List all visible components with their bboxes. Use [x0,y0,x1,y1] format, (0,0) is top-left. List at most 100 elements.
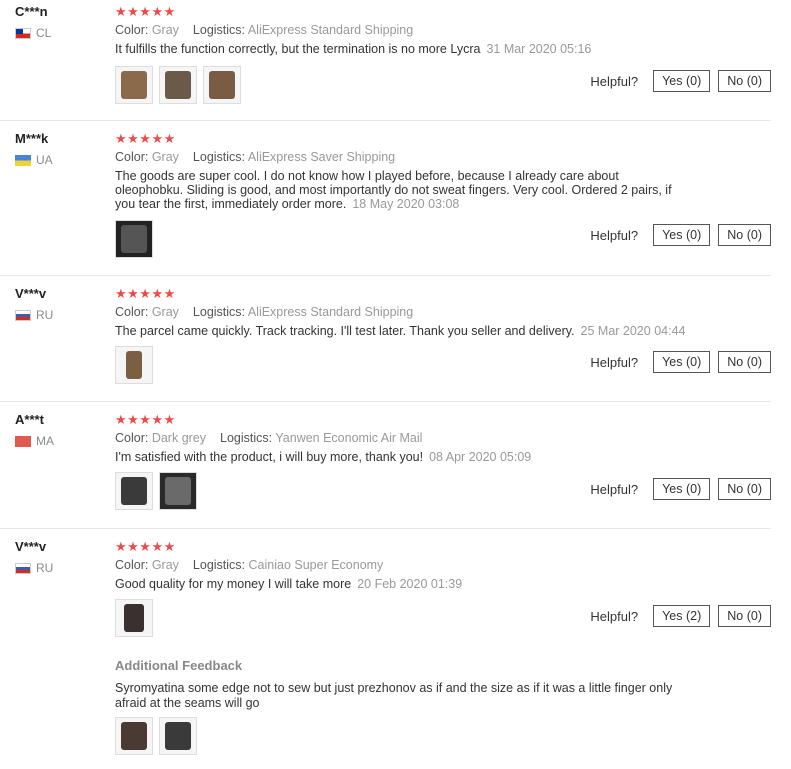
helpful-no-button[interactable]: No (0) [718,70,771,92]
review-date: 25 Mar 2020 04:44 [580,324,686,338]
helpful-vote: Helpful? Yes (0) No (0) [590,224,771,246]
star-rating: ★★★★★ [115,4,176,19]
reviewer-info: M***k UA [15,131,53,167]
review-content: ★★★★★ Color: Gray Logistics: AliExpress S… [115,286,771,338]
helpful-no-button[interactable]: No (0) [718,605,771,627]
review-text: I'm satisfied with the product, i will b… [115,450,532,464]
review-text: Good quality for my money I will take mo… [115,577,463,591]
additional-feedback-images [115,717,197,755]
helpful-no-button[interactable]: No (0) [718,351,771,373]
reviewer-name: A***t [15,412,44,427]
logistics-value: Cainiao Super Economy [248,558,384,572]
review-image-thumb[interactable] [115,346,153,384]
helpful-label: Helpful? [590,227,639,243]
color-value: Dark grey [151,431,207,445]
flag-icon [15,154,31,166]
review-item: M***k UA ★★★★★ Color: Gray Logistics: Ali… [0,131,771,276]
review-date: 08 Apr 2020 05:09 [429,450,532,464]
flag-icon [15,27,31,39]
helpful-label: Helpful? [590,354,639,370]
star-rating: ★★★★★ [115,539,176,554]
logistics-value: AliExpress Saver Shipping [247,150,396,164]
review-item: V***v RU ★★★★★ Color: Gray Logistics: Cai… [0,539,771,769]
review-image-thumb[interactable] [203,66,241,104]
review-text: The parcel came quickly. Track tracking.… [115,324,686,338]
reviewer-country: RU [15,561,53,575]
color-value: Gray [151,305,179,319]
review-meta: Color: Dark grey Logistics: Yanwen Econom… [115,431,423,445]
helpful-yes-button[interactable]: Yes (0) [653,351,711,373]
helpful-yes-button[interactable]: Yes (0) [653,224,711,246]
logistics-value: Yanwen Economic Air Mail [275,431,423,445]
review-text: The goods are super cool. I do not know … [115,169,672,211]
helpful-vote: Helpful? Yes (0) No (0) [590,70,771,92]
flag-icon [15,309,31,321]
logistics-value: AliExpress Standard Shipping [247,23,414,37]
star-rating: ★★★★★ [115,412,176,427]
helpful-yes-button[interactable]: Yes (0) [653,478,711,500]
review-image-thumb[interactable] [159,717,197,755]
helpful-no-button[interactable]: No (0) [718,478,771,500]
country-code: RU [36,308,54,322]
reviewer-country: CL [15,26,51,40]
review-images [115,346,153,384]
review-image-thumb[interactable] [159,66,197,104]
review-images [115,66,241,104]
review-images [115,220,153,258]
review-meta: Color: Gray Logistics: AliExpress Standar… [115,305,414,319]
country-code: RU [36,561,54,575]
country-code: CL [36,26,52,40]
reviewer-name: V***v [15,539,47,554]
flag-icon [15,435,31,447]
review-date: 18 May 2020 03:08 [352,197,460,211]
additional-feedback-title: Additional Feedback [115,658,243,673]
country-code: UA [36,153,53,167]
review-content: ★★★★★ Color: Dark grey Logistics: Yanwen … [115,412,771,464]
reviewer-info: V***v RU [15,539,53,575]
review-image-thumb[interactable] [159,472,197,510]
review-item: A***t MA ★★★★★ Color: Dark grey Logistics… [0,412,771,529]
review-item: C***n CL ★★★★★ Color: Gray Logistics: Ali… [0,4,771,121]
reviewer-country: MA [15,434,54,448]
review-image-thumb[interactable] [115,717,153,755]
reviewer-name: V***v [15,286,47,301]
helpful-no-button[interactable]: No (0) [718,224,771,246]
reviewer-country: UA [15,153,53,167]
country-code: MA [36,434,54,448]
helpful-vote: Helpful? Yes (0) No (0) [590,351,771,373]
helpful-label: Helpful? [590,481,639,497]
helpful-vote: Helpful? Yes (0) No (0) [590,478,771,500]
color-value: Gray [151,558,179,572]
review-meta: Color: Gray Logistics: AliExpress Standar… [115,23,414,37]
review-images [115,472,197,510]
reviewer-name: C***n [15,4,48,19]
review-item: V***v RU ★★★★★ Color: Gray Logistics: Ali… [0,286,771,402]
helpful-label: Helpful? [590,608,639,624]
helpful-yes-button[interactable]: Yes (0) [653,70,711,92]
helpful-yes-button[interactable]: Yes (2) [653,605,711,627]
helpful-label: Helpful? [590,73,639,89]
reviewer-name: M***k [15,131,49,146]
review-meta: Color: Gray Logistics: AliExpress Saver S… [115,150,396,164]
review-image-thumb[interactable] [115,220,153,258]
reviewer-info: A***t MA [15,412,54,448]
review-text: It fulfills the function correctly, but … [115,42,592,56]
star-rating: ★★★★★ [115,286,176,301]
review-meta: Color: Gray Logistics: Cainiao Super Econ… [115,558,384,572]
review-image-thumb[interactable] [115,66,153,104]
review-content: ★★★★★ Color: Gray Logistics: AliExpress S… [115,4,771,56]
review-date: 31 Mar 2020 05:16 [486,42,592,56]
star-rating: ★★★★★ [115,131,176,146]
reviewer-info: C***n CL [15,4,51,40]
color-value: Gray [151,150,179,164]
review-image-thumb[interactable] [115,472,153,510]
review-content: ★★★★★ Color: Gray Logistics: Cainiao Supe… [115,539,771,591]
color-value: Gray [151,23,179,37]
review-date: 20 Feb 2020 01:39 [357,577,463,591]
review-image-thumb[interactable] [115,599,153,637]
additional-feedback-text: Syromyatina some edge not to sew but jus… [115,681,673,710]
logistics-value: AliExpress Standard Shipping [247,305,414,319]
review-content: ★★★★★ Color: Gray Logistics: AliExpress S… [115,131,771,211]
helpful-vote: Helpful? Yes (2) No (0) [590,605,771,627]
reviewer-info: V***v RU [15,286,53,322]
